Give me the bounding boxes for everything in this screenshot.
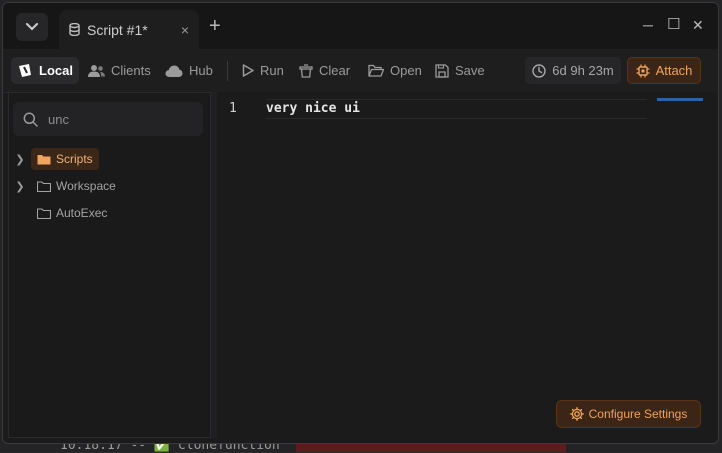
new-tab-button[interactable]: +	[209, 16, 221, 36]
database-icon	[69, 23, 80, 36]
close-window-button[interactable]: ✕	[692, 17, 704, 34]
tree-item-label: Scripts	[56, 152, 93, 166]
clear-button[interactable]: Clear	[293, 57, 356, 84]
cloud-icon	[165, 65, 183, 77]
code-editor[interactable]: 1 very nice ui Configure Settings	[217, 92, 717, 438]
menu-dropdown-button[interactable]	[16, 13, 48, 41]
folder-icon	[37, 207, 51, 219]
attach-label: Attach	[655, 63, 693, 78]
toolbar-separator	[227, 61, 228, 81]
session-timer: 6d 9h 23m	[525, 57, 621, 84]
clear-label: Clear	[319, 63, 351, 78]
title-bar: Script #1* × + ─ ☐ ✕	[3, 3, 718, 49]
open-label: Open	[390, 63, 422, 78]
save-button[interactable]: Save	[429, 57, 491, 84]
configure-settings-button[interactable]: Configure Settings	[556, 400, 701, 428]
folder-icon	[37, 180, 51, 192]
toolbar: Local Clients Hub Run Clear Open Save 6d…	[3, 49, 718, 93]
tree-item-label: AutoExec	[56, 206, 108, 220]
local-button[interactable]: Local	[11, 57, 79, 84]
minimap-viewport[interactable]	[657, 98, 703, 101]
maximize-button[interactable]: ☐	[667, 15, 680, 33]
background-highlight	[296, 444, 566, 452]
run-label: Run	[260, 63, 284, 78]
tab-label: Script #1*	[87, 21, 148, 38]
attach-button[interactable]: Attach	[627, 57, 701, 84]
tree-item-label: Workspace	[56, 179, 116, 193]
minimize-button[interactable]: ─	[643, 17, 653, 33]
trash-icon	[299, 63, 313, 78]
clock-icon	[532, 63, 546, 78]
code-line-text[interactable]: very nice ui	[266, 101, 360, 116]
chevron-right-icon[interactable]: ❯	[15, 180, 25, 193]
gear-icon	[569, 407, 584, 421]
chevron-down-icon	[26, 23, 38, 31]
configure-settings-label: Configure Settings	[588, 407, 688, 421]
chip-icon	[636, 64, 650, 77]
file-explorer: ❯ Scripts ❯ Workspace AutoEx	[8, 92, 211, 438]
play-icon	[242, 64, 254, 77]
search-icon	[23, 112, 38, 127]
clients-label: Clients	[111, 63, 151, 78]
tree-item-autoexec[interactable]: AutoExec	[9, 202, 209, 224]
open-button[interactable]: Open	[362, 57, 428, 84]
clients-button[interactable]: Clients	[82, 57, 157, 84]
search-input[interactable]	[46, 110, 190, 128]
line-gutter: 1	[217, 92, 257, 438]
folder-open-icon	[368, 64, 384, 77]
folder-icon	[37, 154, 51, 164]
local-icon	[19, 64, 31, 77]
run-button[interactable]: Run	[236, 57, 290, 84]
tree-item-scripts[interactable]: ❯ Scripts	[9, 148, 209, 170]
hub-button[interactable]: Hub	[159, 57, 219, 84]
tree-item-workspace[interactable]: ❯ Workspace	[9, 175, 209, 197]
app-window: Script #1* × + ─ ☐ ✕ Local Clients Hub R…	[2, 2, 719, 444]
timer-label: 6d 9h 23m	[552, 63, 614, 78]
chevron-right-icon[interactable]: ❯	[15, 153, 25, 166]
hub-label: Hub	[189, 63, 213, 78]
search-box[interactable]	[13, 102, 203, 136]
tab-script-1[interactable]: Script #1* ×	[59, 10, 199, 49]
save-label: Save	[455, 63, 485, 78]
tab-close-icon[interactable]: ×	[181, 22, 189, 38]
users-icon	[88, 65, 105, 77]
local-label: Local	[39, 63, 73, 78]
line-number: 1	[229, 101, 237, 116]
save-icon	[435, 63, 449, 78]
